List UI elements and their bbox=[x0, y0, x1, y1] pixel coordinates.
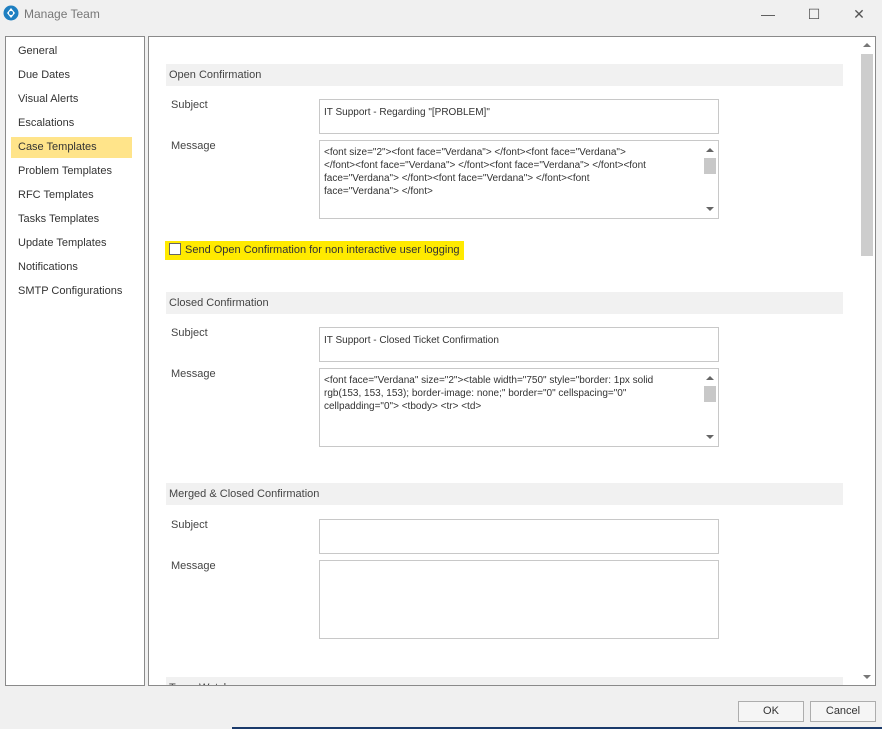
closed-subject-value: IT Support - Closed Ticket Confirmation bbox=[324, 335, 499, 346]
close-button[interactable]: ✕ bbox=[844, 4, 874, 24]
close-icon: ✕ bbox=[853, 6, 865, 22]
open-subject-value: IT Support - Regarding "[PROBLEM]" bbox=[324, 107, 490, 118]
non-interactive-checkbox-label: Send Open Confirmation for non interacti… bbox=[185, 244, 460, 256]
scroll-up-icon[interactable] bbox=[706, 148, 714, 152]
window-title: Manage Team bbox=[24, 7, 100, 21]
open-subject-label: Subject bbox=[171, 99, 208, 111]
sidebar-item-case-templates[interactable]: Case Templates bbox=[11, 137, 132, 158]
minimize-button[interactable]: — bbox=[753, 4, 783, 24]
sidebar-item-general[interactable]: General bbox=[11, 41, 132, 62]
merged-message-textarea[interactable] bbox=[319, 560, 719, 639]
content-scrollbar[interactable] bbox=[858, 37, 875, 685]
scroll-thumb[interactable] bbox=[704, 386, 716, 402]
merged-message-label: Message bbox=[171, 560, 216, 572]
scroll-thumb[interactable] bbox=[861, 54, 873, 256]
sidebar-item-update-templates[interactable]: Update Templates bbox=[11, 233, 132, 254]
sidebar-item-problem-templates[interactable]: Problem Templates bbox=[11, 161, 132, 182]
sidebar-item-escalations[interactable]: Escalations bbox=[11, 113, 132, 134]
team-watchers-header: Team Watchers bbox=[166, 677, 843, 685]
scroll-thumb[interactable] bbox=[704, 158, 716, 174]
open-message-label: Message bbox=[171, 140, 216, 152]
ok-button[interactable]: OK bbox=[738, 701, 804, 722]
merged-subject-label: Subject bbox=[171, 519, 208, 531]
title-bar: Manage Team — ☐ ✕ bbox=[0, 0, 882, 28]
scroll-down-icon[interactable] bbox=[863, 675, 871, 679]
sidebar-item-rfc-templates[interactable]: RFC Templates bbox=[11, 185, 132, 206]
content-panel: Open Confirmation Subject IT Support - R… bbox=[148, 36, 876, 686]
open-message-scrollbar[interactable] bbox=[703, 142, 717, 217]
open-message-textarea[interactable]: <font size="2"><font face="Verdana"> </f… bbox=[319, 140, 719, 219]
closed-subject-label: Subject bbox=[171, 327, 208, 339]
non-interactive-checkbox-row[interactable]: Send Open Confirmation for non interacti… bbox=[165, 241, 464, 260]
merged-closed-confirmation-header: Merged & Closed Confirmation bbox=[166, 483, 843, 505]
open-subject-input[interactable]: IT Support - Regarding "[PROBLEM]" bbox=[319, 99, 719, 134]
scroll-up-icon[interactable] bbox=[706, 376, 714, 380]
closed-message-value: <font face="Verdana" size="2"><table wid… bbox=[324, 375, 654, 412]
open-message-value: <font size="2"><font face="Verdana"> </f… bbox=[324, 147, 646, 197]
closed-message-scrollbar[interactable] bbox=[703, 370, 717, 445]
closed-subject-input[interactable]: IT Support - Closed Ticket Confirmation bbox=[319, 327, 719, 362]
scroll-down-icon[interactable] bbox=[706, 435, 714, 439]
sidebar-item-due-dates[interactable]: Due Dates bbox=[11, 65, 132, 86]
minimize-icon: — bbox=[761, 6, 775, 22]
non-interactive-checkbox[interactable] bbox=[169, 243, 181, 256]
closed-message-label: Message bbox=[171, 368, 216, 380]
maximize-button[interactable]: ☐ bbox=[799, 4, 829, 24]
sidebar-item-tasks-templates[interactable]: Tasks Templates bbox=[11, 209, 132, 230]
sidebar-item-smtp-configurations[interactable]: SMTP Configurations bbox=[11, 281, 132, 302]
maximize-icon: ☐ bbox=[807, 6, 821, 22]
closed-message-textarea[interactable]: <font face="Verdana" size="2"><table wid… bbox=[319, 368, 719, 447]
scroll-down-icon[interactable] bbox=[706, 207, 714, 211]
scroll-up-icon[interactable] bbox=[863, 43, 871, 47]
sidebar-item-visual-alerts[interactable]: Visual Alerts bbox=[11, 89, 132, 110]
app-logo-icon bbox=[3, 5, 19, 21]
closed-confirmation-header: Closed Confirmation bbox=[166, 292, 843, 314]
open-confirmation-header: Open Confirmation bbox=[166, 64, 843, 86]
merged-subject-input[interactable] bbox=[319, 519, 719, 554]
cancel-button[interactable]: Cancel bbox=[810, 701, 876, 722]
sidebar: General Due Dates Visual Alerts Escalati… bbox=[5, 36, 145, 686]
sidebar-item-notifications[interactable]: Notifications bbox=[11, 257, 132, 278]
